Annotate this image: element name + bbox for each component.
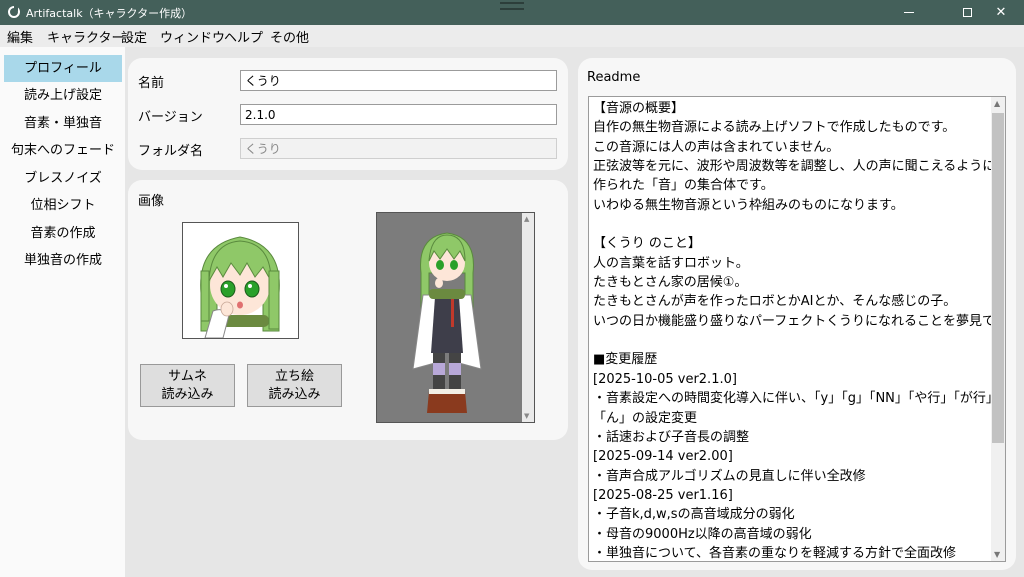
maximize-icon — [962, 8, 972, 17]
folder-input — [240, 138, 557, 159]
readme-line: 「ん」の設定変更 — [593, 410, 698, 426]
readme-line: ・単独音について、各音素の重なりを軽減する方針で全面改修 — [593, 545, 956, 561]
load-thumbnail-label-2: 読み込み — [161, 387, 214, 402]
standing-image: ▲ ▼ — [376, 212, 535, 423]
load-thumbnail-label-1: サムネ — [168, 369, 207, 384]
sidebar-item-phonemes[interactable]: 音素・単独音 — [4, 110, 122, 137]
readme-line: ・母音の9000Hz以降の高音域の弱化 — [593, 526, 812, 542]
readme-line: ・話速および子音長の調整 — [593, 429, 750, 445]
readme-scrollbar[interactable]: ▲ ▼ — [991, 97, 1005, 561]
version-input[interactable] — [240, 104, 557, 125]
scroll-down-icon[interactable]: ▼ — [524, 412, 529, 420]
name-label: 名前 — [138, 76, 165, 91]
readme-line: [2025-10-05 ver2.1.0] — [593, 371, 737, 387]
readme-line: 自作の無生物音源による読み上げソフトで作成したものです。 — [593, 120, 956, 136]
sidebar-item-reading-settings[interactable]: 読み上げ設定 — [4, 82, 122, 109]
readme-line: ・音声合成アルゴリズムの見直しに伴い全改修 — [593, 468, 866, 484]
load-standing-label-2: 読み込み — [268, 387, 321, 402]
standing-image-scrollbar[interactable]: ▲ ▼ — [522, 213, 534, 422]
name-input[interactable] — [240, 70, 557, 91]
readme-line: 人の言葉を話すロボット。 — [593, 255, 749, 271]
window-title: Artifactalk（キャラクター作成） — [26, 7, 193, 20]
readme-line: 正弦波等を元に、波形や周波数等を調整し、人の声に聞こえるように — [593, 159, 991, 175]
scroll-up-icon[interactable]: ▲ — [524, 215, 529, 223]
menu-help[interactable]: ヘルプ — [224, 27, 263, 46]
readme-line: いつの日か機能盛り盛りなパーフェクトくうりになれることを夢見ている。 — [593, 313, 991, 329]
sidebar-item-phrase-fade[interactable]: 句末へのフェード — [4, 137, 122, 164]
readme-line: 【くうり のこと】 — [593, 236, 701, 252]
readme-title: Readme — [587, 70, 641, 85]
menu-character[interactable]: キャラクター — [47, 27, 124, 46]
title-bar: Artifactalk（キャラクター作成） ✕ — [0, 0, 1024, 25]
readme-line: ■変更履歴 — [593, 352, 658, 368]
thumbnail-image — [182, 222, 299, 339]
readme-line: たきもとさんが声を作ったロボとかAIとか、そんな感じの子。 — [593, 294, 957, 310]
sidebar-item-profile[interactable]: プロフィール — [4, 55, 122, 82]
load-standing-button[interactable]: 立ち絵 読み込み — [247, 364, 342, 407]
readme-line: この音源には人の声は含まれていません。 — [593, 139, 840, 155]
drag-handle-icon[interactable] — [500, 2, 524, 10]
readme-line: 作られた「音」の集合体です。 — [593, 178, 774, 194]
menu-edit[interactable]: 編集 — [7, 27, 33, 46]
load-thumbnail-button[interactable]: サムネ 読み込み — [140, 364, 235, 407]
sidebar-item-phase-shift[interactable]: 位相シフト — [4, 192, 122, 219]
readme-line: ・子音k,d,w,sの高音域成分の弱化 — [593, 507, 795, 523]
close-button[interactable]: ✕ — [978, 0, 1024, 25]
menu-window[interactable]: ウィンドウ — [160, 27, 225, 46]
readme-line: [2025-08-25 ver1.16] — [593, 487, 733, 503]
sidebar-item-breath-noise[interactable]: ブレスノイズ — [4, 165, 122, 192]
readme-textarea[interactable]: 【音源の概要】 自作の無生物音源による読み上げソフトで作成したものです。 この音… — [588, 96, 1006, 562]
image-section-title: 画像 — [138, 194, 165, 209]
readme-scroll-thumb[interactable] — [992, 113, 1004, 443]
scroll-up-icon[interactable]: ▲ — [994, 99, 1000, 108]
sidebar-item-create-phoneme[interactable]: 音素の作成 — [4, 220, 122, 247]
close-icon: ✕ — [995, 5, 1007, 20]
menu-bar: 編集 キャラクター 設定 ウィンドウ ヘルプ その他 — [0, 25, 1024, 47]
minimize-button[interactable] — [886, 0, 932, 25]
readme-line — [593, 215, 991, 234]
readme-line: ・音素設定への時間変化導入に伴い、「y」「g」「NN」「や行」「が行」 — [593, 391, 991, 407]
version-label: バージョン — [138, 110, 203, 125]
menu-settings[interactable]: 設定 — [121, 27, 147, 46]
menu-other[interactable]: その他 — [270, 27, 309, 46]
readme-line: いわゆる無生物音源という枠組みのものになります。 — [593, 197, 904, 213]
readme-content: 【音源の概要】 自作の無生物音源による読み上げソフトで作成したものです。 この音… — [593, 99, 991, 561]
readme-line: 【音源の概要】 — [593, 101, 685, 116]
readme-line: [2025-09-14 ver2.00] — [593, 449, 733, 465]
load-standing-label-1: 立ち絵 — [274, 369, 314, 384]
app-icon — [8, 6, 20, 18]
minimize-icon — [904, 12, 914, 13]
sidebar: プロフィール 読み上げ設定 音素・単独音 句末へのフェード ブレスノイズ 位相シ… — [0, 47, 125, 577]
scroll-down-icon[interactable]: ▼ — [994, 550, 1000, 559]
sidebar-item-create-single-sound[interactable]: 単独音の作成 — [4, 247, 122, 274]
folder-label: フォルダ名 — [138, 144, 204, 159]
readme-line — [593, 331, 991, 350]
readme-line: たきもとさん家の居候①。 — [593, 275, 748, 291]
